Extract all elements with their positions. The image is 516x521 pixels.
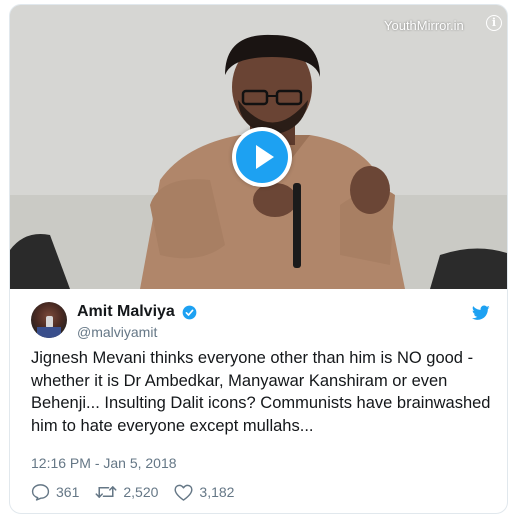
info-icon[interactable]: i [486,15,502,31]
tweet-text: Jignesh Mevani thinks everyone other tha… [31,349,491,435]
retweet-count: 2,520 [123,484,159,500]
tweet-card[interactable]: YouthMirror.in i Amit Malviya @malviyami… [9,4,508,514]
reply-count: 361 [56,484,80,500]
tweet-timestamp[interactable]: 12:16 PM - Jan 5, 2018 [31,455,177,471]
retweet-icon [95,486,117,498]
author-handle[interactable]: @malviyamit [77,324,157,340]
play-icon [236,131,288,183]
reply-button[interactable]: 361 [31,483,79,501]
heart-icon [174,484,193,501]
like-button[interactable]: 3,182 [174,484,234,501]
author-display-name[interactable]: Amit Malviya [77,303,175,321]
like-count: 3,182 [199,484,235,500]
retweet-button[interactable]: 2,520 [95,484,158,500]
avatar[interactable] [31,302,67,338]
video-watermark: YouthMirror.in [384,18,464,33]
reply-icon [31,484,50,501]
verified-badge-icon [182,305,197,320]
play-button[interactable] [232,127,292,187]
twitter-bird-icon[interactable] [472,305,490,321]
tweet-actions: 361 2,520 3,182 [31,481,250,503]
video-thumbnail[interactable]: YouthMirror.in i [10,5,507,289]
